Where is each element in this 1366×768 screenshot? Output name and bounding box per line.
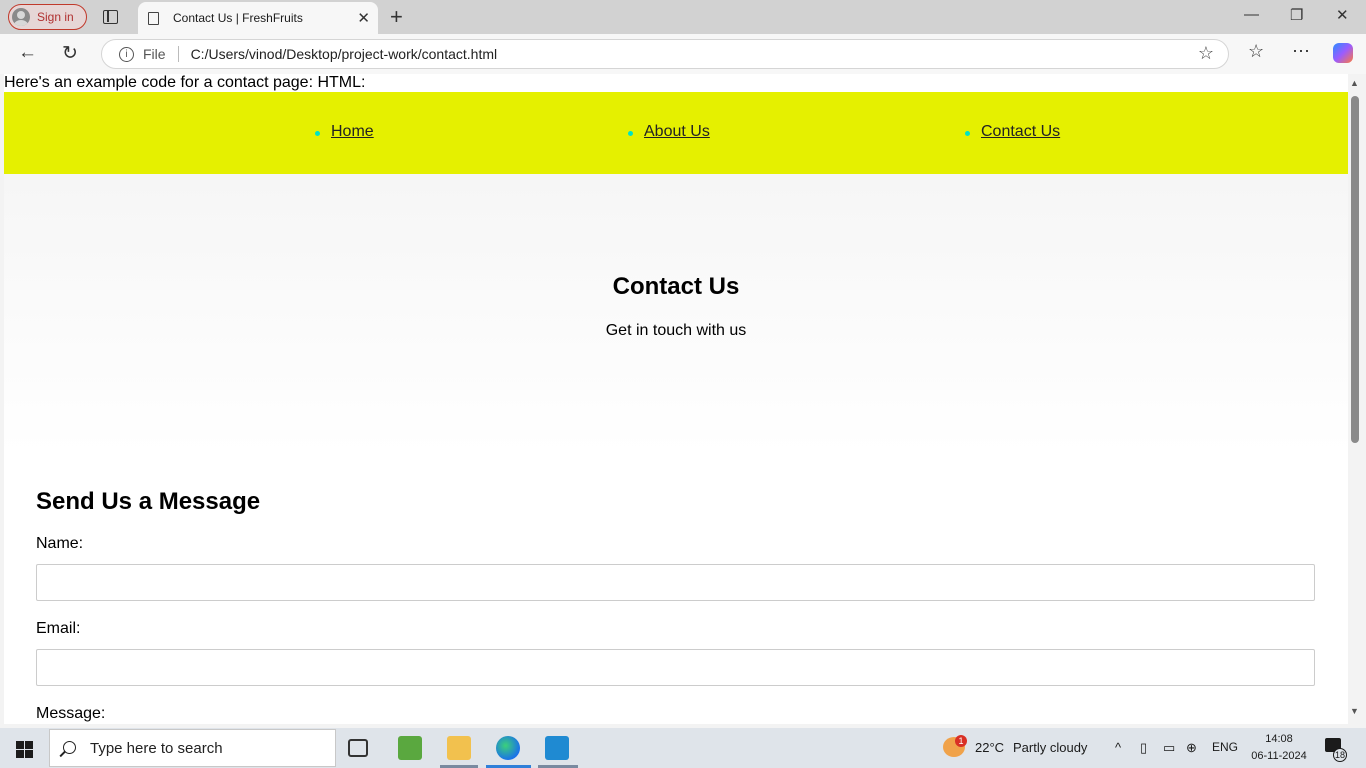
tab-title: Contact Us | FreshFruits (173, 11, 303, 25)
nav-link-contact[interactable]: Contact Us (981, 123, 1060, 141)
search-icon (63, 741, 76, 754)
nav-link-home[interactable]: Home (331, 123, 374, 141)
hero-title: Contact Us (612, 273, 740, 300)
site-navigation: Home About Us Contact Us (4, 92, 1348, 174)
tab-close-icon[interactable]: ✕ (357, 9, 370, 27)
device-icon[interactable]: ▯ (1140, 740, 1147, 756)
refresh-icon[interactable]: ↻ (62, 42, 78, 65)
file-explorer-icon[interactable] (447, 736, 471, 760)
restore-icon[interactable]: ❐ (1290, 6, 1303, 24)
address-url[interactable]: C:/Users/vinod/Desktop/project-work/cont… (191, 46, 498, 62)
minimize-icon[interactable]: — (1244, 6, 1259, 23)
tab-actions-icon[interactable] (103, 10, 118, 24)
language-indicator[interactable]: ENG (1212, 740, 1238, 754)
intro-text: Here's an example code for a contact pag… (4, 74, 365, 92)
task-view-icon[interactable] (348, 739, 368, 757)
name-input[interactable] (36, 564, 1315, 601)
favorites-icon[interactable]: ☆ (1248, 41, 1264, 62)
favorite-star-icon[interactable]: ☆ (1198, 43, 1214, 64)
address-bar[interactable]: i File C:/Users/vinod/Desktop/project-wo… (101, 39, 1229, 69)
scroll-down-icon[interactable]: ▼ (1350, 706, 1359, 716)
close-window-icon[interactable]: ✕ (1336, 6, 1349, 24)
address-toolbar: ← ↻ i File C:/Users/vinod/Desktop/projec… (0, 34, 1366, 74)
name-label: Name: (36, 535, 84, 552)
weather-temperature[interactable]: 22°C (975, 740, 1004, 755)
start-button[interactable] (16, 741, 33, 758)
back-icon[interactable]: ← (18, 42, 37, 64)
copilot-icon[interactable] (1333, 43, 1353, 63)
windows-taskbar: Type here to search 1 22°C Partly cloudy… (0, 728, 1366, 768)
sign-in-label: Sign in (37, 10, 74, 24)
show-hidden-icons-icon[interactable]: ^ (1115, 740, 1121, 755)
new-tab-button[interactable]: + (390, 4, 403, 30)
form-title: Send Us a Message (36, 488, 261, 515)
weather-description[interactable]: Partly cloudy (1013, 740, 1087, 755)
more-options-icon[interactable]: ⋯ (1292, 41, 1310, 62)
address-scheme-label: File (143, 46, 166, 62)
email-input[interactable] (36, 649, 1315, 686)
network-globe-icon[interactable]: ⊕ (1186, 740, 1197, 756)
weather-badge: 1 (955, 735, 967, 747)
tab-active[interactable]: Contact Us | FreshFruits ✕ (138, 2, 378, 34)
address-divider (177, 46, 179, 62)
email-label: Email: (36, 620, 81, 637)
scrollbar-thumb[interactable] (1351, 96, 1359, 443)
nav-bullet-icon (315, 131, 320, 136)
spreadsheet-app-icon[interactable] (398, 736, 422, 760)
system-clock[interactable]: 14:08 06-11-2024 (1248, 731, 1310, 765)
taskbar-search-input[interactable]: Type here to search (49, 729, 336, 767)
hero-subtitle: Get in touch with us (605, 322, 747, 339)
hero-section: Contact Us Get in touch with us (4, 174, 1348, 454)
page-icon (148, 11, 159, 25)
scroll-up-icon[interactable]: ▲ (1350, 78, 1359, 88)
info-icon[interactable]: i (119, 46, 134, 62)
browser-tab-bar: Sign in Contact Us | FreshFruits ✕ + — ❐… (0, 0, 1366, 34)
nav-link-about[interactable]: About Us (644, 123, 710, 141)
clock-date: 06-11-2024 (1251, 750, 1307, 762)
edge-browser-icon[interactable] (496, 736, 520, 760)
notification-count: 18 (1333, 748, 1347, 762)
taskbar-search-placeholder: Type here to search (90, 739, 223, 757)
intro-text-label: Here's an example code for a contact pag… (4, 74, 366, 91)
clock-time: 14:08 (1265, 733, 1293, 745)
profile-avatar-icon (12, 8, 30, 26)
battery-icon[interactable]: ▭ (1163, 740, 1175, 756)
sign-in-button[interactable]: Sign in (8, 4, 87, 30)
page-viewport: Here's an example code for a contact pag… (4, 74, 1348, 724)
nav-bullet-icon (965, 131, 970, 136)
nav-bullet-icon (628, 131, 633, 136)
vscode-icon[interactable] (545, 736, 569, 760)
message-label: Message: (36, 705, 106, 722)
